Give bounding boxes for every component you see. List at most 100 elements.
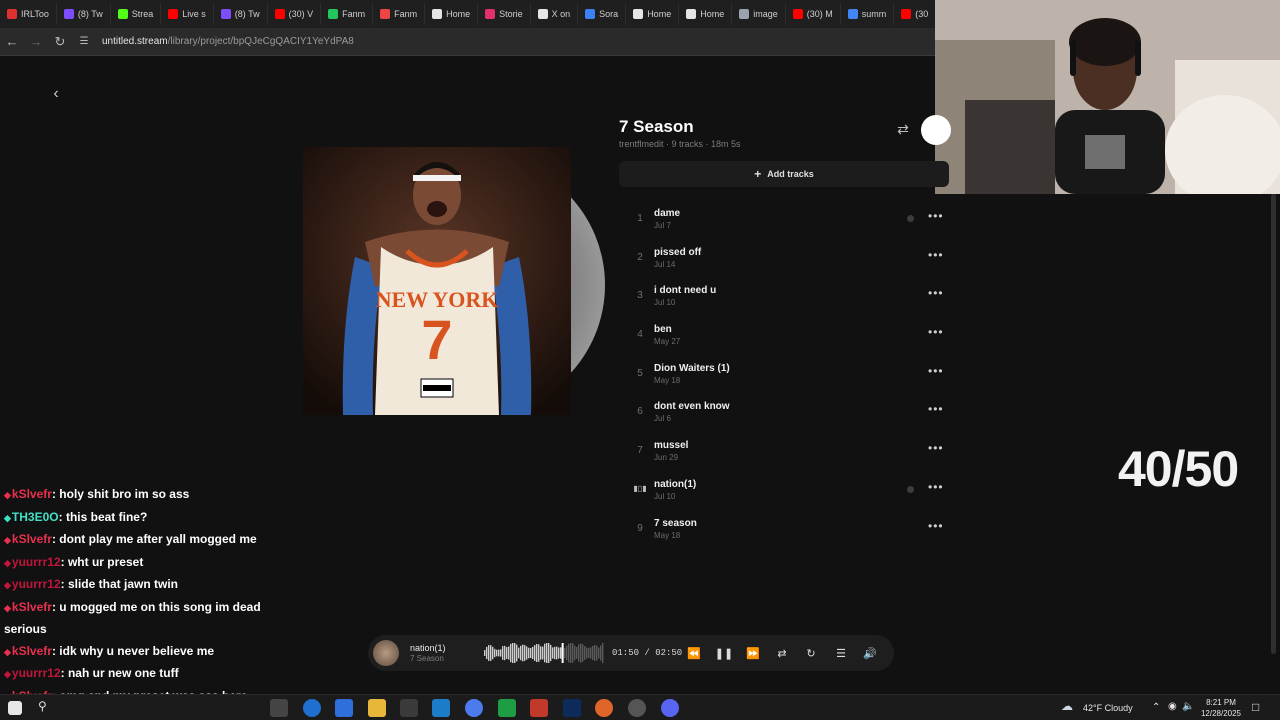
browser-tab[interactable]: (30) M <box>786 3 841 25</box>
app-icon-orange[interactable] <box>595 699 613 717</box>
tab-favicon-icon <box>7 9 17 19</box>
browser-tab[interactable]: Sora <box>578 3 627 25</box>
now-playing-subtitle: 7 Season <box>410 654 444 663</box>
app-icon-red[interactable] <box>530 699 548 717</box>
track-status-dot <box>907 485 914 493</box>
volume-icon[interactable]: 🔊 <box>861 644 879 662</box>
more-options-icon[interactable]: ••• <box>928 364 944 378</box>
more-options-icon[interactable]: ••• <box>928 402 944 416</box>
add-tracks-button[interactable]: + Add tracks <box>619 161 949 187</box>
search-icon[interactable]: ⚲ <box>38 699 56 717</box>
waveform-bar <box>490 645 492 661</box>
chat-badge-icon: ◆ <box>4 557 11 568</box>
waveform-bar <box>558 647 560 659</box>
weather-text[interactable]: 42°F Cloudy <box>1083 703 1133 713</box>
queue-icon[interactable]: ☰ <box>832 644 850 662</box>
track-row[interactable]: 1 dame Jul 7 ••• <box>619 200 949 239</box>
copilot-icon[interactable] <box>465 699 483 717</box>
more-options-icon[interactable]: ••• <box>928 480 944 494</box>
browser-tab[interactable]: image <box>732 3 786 25</box>
now-playing-thumbnail[interactable] <box>373 640 399 666</box>
browser-tab[interactable]: IRLToo <box>0 3 57 25</box>
track-row[interactable]: 5 Dion Waiters (1) May 18 ••• <box>619 355 949 394</box>
system-clock[interactable]: 8:21 PM 12/28/2025 <box>1196 697 1246 719</box>
url-text[interactable]: untitled.stream/library/project/bpQJeCgQ… <box>102 36 354 47</box>
browser-tab-label: Strea <box>131 9 154 19</box>
browser-tab[interactable]: summ <box>841 3 895 25</box>
speaker-icon[interactable]: 🔈 <box>1182 701 1194 712</box>
back-arrow-icon[interactable]: ← <box>0 30 24 54</box>
browser-tab[interactable]: Strea <box>111 3 162 25</box>
browser-tab[interactable]: (8) Tw <box>214 3 268 25</box>
file-explorer-icon[interactable] <box>368 699 386 717</box>
waveform-bar <box>496 649 498 657</box>
project-meta: trentflmedit · 9 tracks · 18m 5s <box>619 139 741 149</box>
browser-tab[interactable]: (30 <box>894 3 937 25</box>
notification-icon[interactable]: □ <box>1252 700 1259 714</box>
track-row[interactable]: 2 pissed off Jul 14 ••• <box>619 239 949 278</box>
waveform-bar <box>488 645 490 661</box>
shuffle-icon[interactable]: ⇄ <box>893 119 913 139</box>
reload-icon[interactable]: ↻ <box>48 30 72 54</box>
task-view-icon[interactable] <box>270 699 288 717</box>
track-row[interactable]: 7 mussel Jun 29 ••• <box>619 432 949 471</box>
app-icon-blue[interactable] <box>432 699 450 717</box>
waveform-bar <box>596 645 598 661</box>
more-options-icon[interactable]: ••• <box>928 519 944 533</box>
browser-tab[interactable]: Storie <box>478 3 531 25</box>
page-scrollbar[interactable] <box>1271 194 1276 654</box>
browser-tab-label: (8) Tw <box>77 9 103 19</box>
network-icon[interactable]: ◉ <box>1168 701 1177 712</box>
track-row[interactable]: 3 i dont need u Jul 10 ••• <box>619 277 949 316</box>
library-back-icon[interactable]: ‹ <box>46 84 66 104</box>
more-options-icon[interactable]: ••• <box>928 286 944 300</box>
waveform-bar <box>582 644 584 662</box>
track-row[interactable]: 4 ben May 27 ••• <box>619 316 949 355</box>
browser-tab[interactable]: Fanm <box>321 3 374 25</box>
more-options-icon[interactable]: ••• <box>928 209 944 223</box>
browser-tab[interactable]: Fanm <box>373 3 426 25</box>
project-play-button[interactable] <box>921 115 951 145</box>
app-icon[interactable] <box>400 699 418 717</box>
track-row[interactable]: 6 dont even know Jul 6 ••• <box>619 393 949 432</box>
waveform-bar <box>518 647 520 659</box>
browser-tab[interactable]: X on <box>531 3 579 25</box>
browser-tab[interactable]: (30) V <box>268 3 322 25</box>
shuffle-icon[interactable]: ⇄ <box>773 644 791 662</box>
waveform-bar <box>516 644 518 662</box>
browser-tab[interactable]: Live s <box>161 3 214 25</box>
obs-icon[interactable] <box>628 699 646 717</box>
tray-chevron-icon[interactable]: ⌃ <box>1152 702 1160 713</box>
track-name: Dion Waiters (1) <box>654 362 730 374</box>
track-row[interactable]: 9 7 season May 18 ••• <box>619 510 949 549</box>
site-info-icon[interactable]: ☰ <box>72 30 96 54</box>
browser-tab[interactable]: Home <box>679 3 733 25</box>
track-row[interactable]: ▮▯▮ nation(1) Jul 10 ••• <box>619 471 949 510</box>
waveform-seek-bar[interactable] <box>484 643 604 663</box>
discord-icon[interactable] <box>661 699 679 717</box>
chat-separator: : <box>60 554 68 569</box>
more-options-icon[interactable]: ••• <box>928 441 944 455</box>
photoshop-icon[interactable] <box>563 699 581 717</box>
chrome-icon[interactable] <box>303 699 321 717</box>
browser-tab[interactable]: (8) Tw <box>57 3 111 25</box>
repeat-icon[interactable]: ↻ <box>802 644 820 662</box>
windows-start-icon[interactable] <box>8 701 22 715</box>
more-options-icon[interactable]: ••• <box>928 325 944 339</box>
browser-tab[interactable]: Home <box>626 3 680 25</box>
waveform-bar <box>534 645 536 661</box>
browser-tab[interactable]: Home <box>425 3 479 25</box>
chat-message-text: slide that jawn twin <box>67 577 178 591</box>
tab-favicon-icon <box>792 9 803 19</box>
track-number: 4 <box>637 329 643 341</box>
store-icon[interactable] <box>335 699 353 717</box>
forward-arrow-icon[interactable]: → <box>24 30 48 54</box>
xbox-icon[interactable] <box>498 699 516 717</box>
waveform-bar <box>500 649 502 657</box>
fast-forward-icon[interactable]: ⏩ <box>744 644 762 662</box>
playhead[interactable] <box>561 643 564 663</box>
tab-favicon-icon <box>901 9 912 19</box>
more-options-icon[interactable]: ••• <box>928 248 944 262</box>
pause-icon[interactable]: ❚❚ <box>715 644 733 662</box>
rewind-icon[interactable]: ⏪ <box>685 644 703 662</box>
